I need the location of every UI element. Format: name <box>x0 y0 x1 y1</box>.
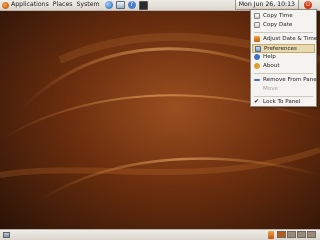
menu-item-move: Move <box>252 85 315 94</box>
menu-item-about[interactable]: About <box>252 62 315 71</box>
menu-item-label: Lock To Panel <box>263 99 301 105</box>
checkmark-icon: ✔ <box>254 98 260 105</box>
copy-icon <box>254 22 260 28</box>
menu-item-copy-date[interactable]: Copy Date <box>252 21 315 30</box>
menu-item-label: Move <box>263 86 279 92</box>
help-icon[interactable]: ? <box>127 1 136 9</box>
menu-item-label: Adjust Date & Time <box>263 36 318 42</box>
menu-item-label: Help <box>263 54 276 60</box>
terminal-icon[interactable] <box>138 0 148 10</box>
menu-item-label: Copy Date <box>263 22 293 28</box>
help-icon <box>254 54 260 60</box>
workspace-3[interactable] <box>297 231 306 238</box>
menu-item-label: About <box>263 63 280 69</box>
places-menu[interactable]: Places <box>51 0 75 10</box>
menu-separator <box>254 96 313 97</box>
menu-item-label: Copy Time <box>263 13 293 19</box>
foot-logo-icon <box>2 1 9 9</box>
trash-icon[interactable] <box>268 231 274 239</box>
clock-context-menu: Copy Time Copy Date Adjust Date & Time P… <box>250 9 319 107</box>
applications-menu-label: Applications <box>11 1 49 8</box>
menu-separator <box>254 32 313 33</box>
menu-separator <box>254 73 313 74</box>
remove-icon <box>254 79 260 81</box>
copy-icon <box>254 13 260 19</box>
mail-icon[interactable] <box>115 1 125 9</box>
system-menu[interactable]: System <box>74 0 101 10</box>
menu-item-adjust-date-time[interactable]: Adjust Date & Time <box>252 35 318 44</box>
about-icon <box>254 63 260 69</box>
bottom-panel <box>0 229 320 240</box>
workspace-4[interactable] <box>307 231 316 238</box>
menu-item-lock-to-panel[interactable]: ✔ Lock To Panel <box>252 98 315 107</box>
workspace-1[interactable] <box>277 231 286 238</box>
menu-item-label: Remove From Panel <box>263 77 319 83</box>
show-desktop-icon[interactable] <box>3 232 10 238</box>
workspace-2[interactable] <box>287 231 296 238</box>
web-browser-icon[interactable] <box>104 1 113 9</box>
menu-item-remove-from-panel[interactable]: Remove From Panel <box>252 76 319 85</box>
shutdown-icon[interactable]: ⏻ <box>304 1 312 9</box>
menu-item-help[interactable]: Help <box>252 53 315 62</box>
adjust-time-icon <box>254 36 260 42</box>
menu-item-preferences[interactable]: Preferences <box>252 44 315 53</box>
applications-menu[interactable]: Applications <box>0 0 51 10</box>
preferences-icon <box>255 46 261 52</box>
menu-item-copy-time[interactable]: Copy Time <box>252 12 315 21</box>
